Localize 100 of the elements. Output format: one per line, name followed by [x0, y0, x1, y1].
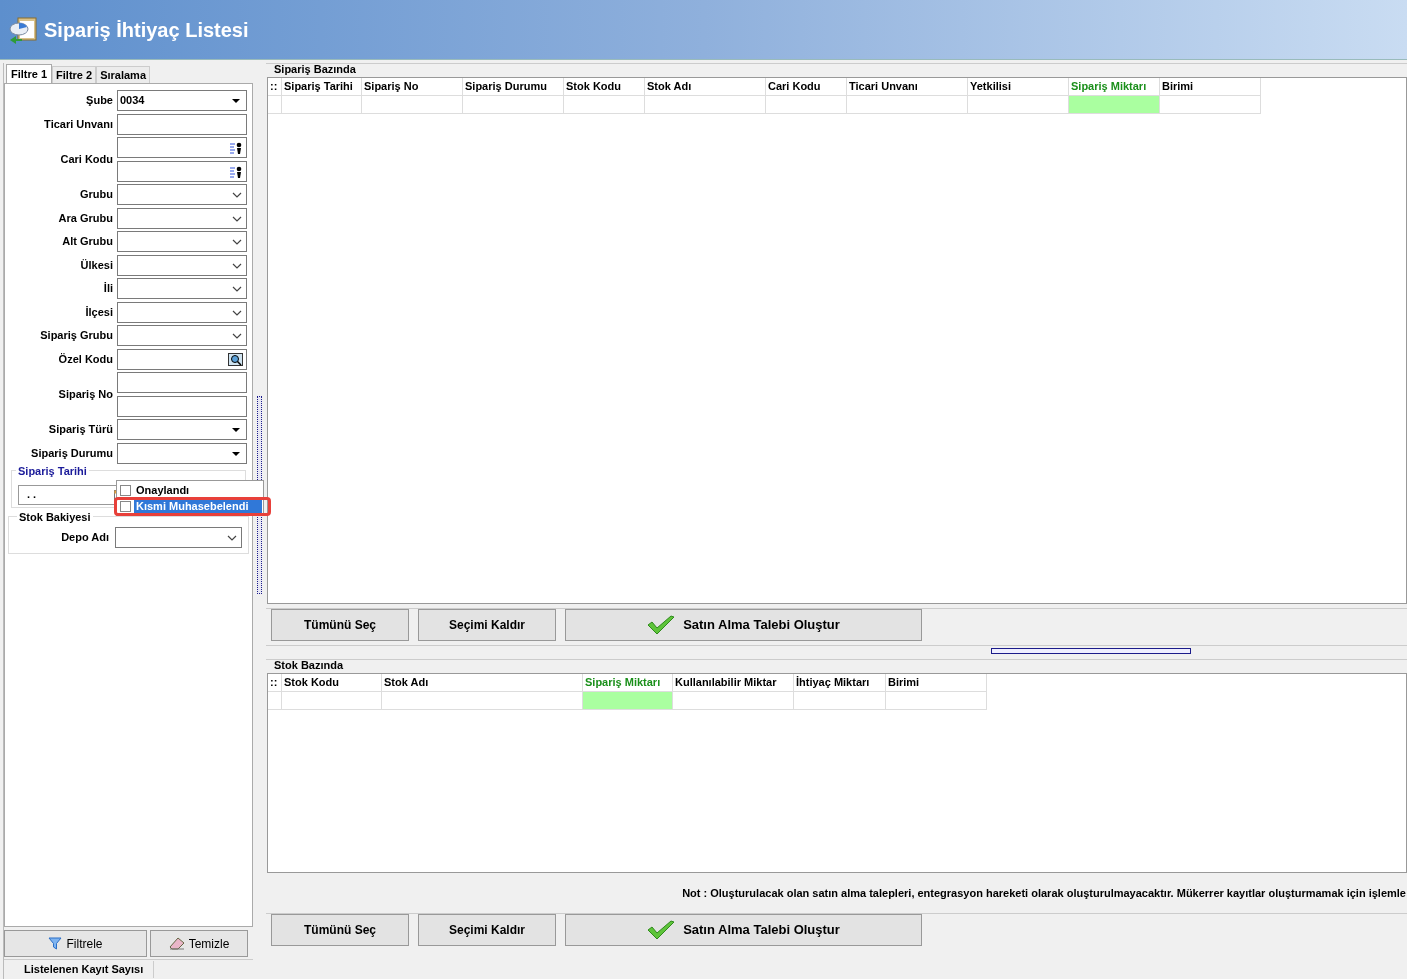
field-label: İli	[102, 281, 113, 297]
input-field[interactable]	[117, 395, 247, 417]
filter-tab[interactable]: Filtre 2	[52, 66, 97, 83]
field-label: Ara Grubu	[57, 210, 113, 226]
dropdown-arrow-icon	[232, 451, 240, 456]
field-label: Ülkesi	[79, 257, 113, 273]
table-cell[interactable]	[766, 96, 847, 114]
dropdown-field[interactable]	[117, 301, 247, 323]
action-button[interactable]: Seçimi Kaldır	[418, 609, 556, 641]
table-cell[interactable]	[282, 692, 382, 710]
field-value: 0034	[120, 93, 145, 109]
row-indicator-cell[interactable]	[268, 96, 282, 114]
window-title: Sipariş İhtiyaç Listesi	[44, 17, 249, 43]
column-header[interactable]: Yetkilisi	[968, 78, 1069, 96]
lookup-icon	[229, 164, 243, 179]
row-handle[interactable]: ::	[268, 78, 282, 96]
checkmark-icon	[647, 615, 676, 635]
lookup-field[interactable]	[117, 137, 247, 158]
dropdown-field[interactable]: 0034	[117, 90, 247, 111]
field-label: Alt Grubu	[61, 234, 113, 250]
clipboard-chart-icon	[8, 14, 40, 45]
column-header[interactable]: Sipariş Tarihi	[282, 78, 362, 96]
dropdown-field[interactable]	[117, 207, 247, 229]
table-cell[interactable]	[1069, 96, 1160, 114]
field-label: Sipariş Durumu	[30, 445, 113, 461]
field-label: İlçesi	[84, 304, 113, 320]
group-title: Sipariş Bazında	[274, 61, 356, 77]
action-button[interactable]: Tümünü Seç	[271, 914, 409, 946]
table-cell[interactable]	[583, 692, 673, 710]
column-header[interactable]: Stok Adı	[645, 78, 766, 96]
column-header[interactable]: Sipariş No	[362, 78, 463, 96]
splitter-handle[interactable]	[991, 648, 1191, 654]
field-label: Ticari Unvanı	[43, 116, 113, 132]
dropdown-field[interactable]	[117, 325, 247, 346]
table-cell[interactable]	[645, 96, 766, 114]
chevron-down-icon	[232, 215, 242, 222]
filter-tab[interactable]: Filtre 1	[6, 64, 53, 84]
input-field[interactable]	[117, 372, 247, 393]
column-header[interactable]: Kullanılabilir Miktar	[673, 674, 794, 692]
field-label: Depo Adı	[60, 529, 109, 545]
filter-tab[interactable]: Sıralama	[96, 66, 151, 83]
note-text: Not : Oluşturulacak olan satın alma talepleri, entegrasyon hareketi olarak oluşturulmayacaktır. Mükerrer kayıtlar oluşturmamak için işlemle	[682, 885, 1406, 901]
table-cell[interactable]	[564, 96, 645, 114]
field-label: Özel Kodu	[57, 351, 113, 367]
create-request-button[interactable]: Satın Alma Talebi Oluştur	[565, 914, 922, 946]
action-button[interactable]: Tümünü Seç	[271, 609, 409, 641]
dropdown-arrow-icon	[232, 428, 240, 432]
column-header[interactable]: Stok Kodu	[564, 78, 645, 96]
group-title: Stok Bazında	[274, 657, 344, 673]
column-header[interactable]: Stok Adı	[382, 674, 583, 692]
field-label: Sipariş Grubu	[39, 328, 113, 344]
dropdown-field[interactable]	[117, 419, 247, 440]
dropdown-field[interactable]	[117, 254, 247, 276]
column-header[interactable]: Birimi	[1160, 78, 1261, 96]
checkbox[interactable]	[120, 484, 131, 496]
field-label: Sipariş Türü	[47, 422, 113, 438]
column-header[interactable]: Ticari Unvanı	[847, 78, 968, 96]
chevron-down-icon	[232, 239, 242, 245]
column-header[interactable]: İhtiyaç Miktarı	[794, 674, 886, 692]
table-cell[interactable]	[362, 96, 463, 114]
field-label: Cari Kodu	[59, 152, 113, 167]
action-button[interactable]: Seçimi Kaldır	[418, 914, 556, 946]
table-cell[interactable]	[282, 96, 362, 114]
table-cell[interactable]	[463, 96, 564, 114]
field-label: Şube	[85, 93, 113, 109]
table-cell[interactable]	[794, 692, 886, 710]
status-text: Listelenen Kayıt Sayısı	[4, 961, 154, 978]
input-field[interactable]	[117, 113, 247, 135]
table-cell[interactable]	[382, 692, 583, 710]
field-label: Grubu	[79, 187, 113, 203]
chevron-down-icon	[232, 333, 242, 339]
lookup-field[interactable]	[117, 160, 247, 182]
table-cell[interactable]	[886, 692, 987, 710]
column-header[interactable]: Cari Kodu	[766, 78, 847, 96]
row-handle[interactable]: ::	[268, 674, 282, 692]
table-cell[interactable]	[673, 692, 794, 710]
dropdown-field[interactable]	[117, 442, 247, 464]
table-cell[interactable]	[1160, 96, 1261, 114]
column-header[interactable]: Stok Kodu	[282, 674, 382, 692]
filter-button[interactable]: Filtrele	[4, 930, 147, 957]
dropdown-field[interactable]	[117, 231, 247, 252]
lookup-field[interactable]	[117, 348, 247, 370]
clear-button[interactable]: Temizle	[150, 930, 248, 957]
dropdown-field[interactable]	[117, 184, 247, 205]
eraser-icon	[168, 937, 185, 950]
checkbox[interactable]	[120, 500, 131, 512]
column-header[interactable]: Sipariş Durumu	[463, 78, 564, 96]
field-value: . .	[27, 487, 37, 503]
funnel-icon	[48, 937, 63, 950]
lookup-icon	[229, 141, 243, 155]
chevron-down-icon	[227, 534, 237, 541]
create-request-button[interactable]: Satın Alma Talebi Oluştur	[565, 609, 922, 641]
search-icon	[228, 352, 243, 366]
splitter-handle[interactable]	[257, 395, 262, 594]
row-indicator-cell[interactable]	[268, 692, 282, 710]
table-cell[interactable]	[847, 96, 968, 114]
dropdown-field[interactable]	[115, 526, 242, 548]
column-header[interactable]: Birimi	[886, 674, 987, 692]
dropdown-field[interactable]	[117, 278, 247, 299]
checkmark-icon	[647, 920, 676, 940]
